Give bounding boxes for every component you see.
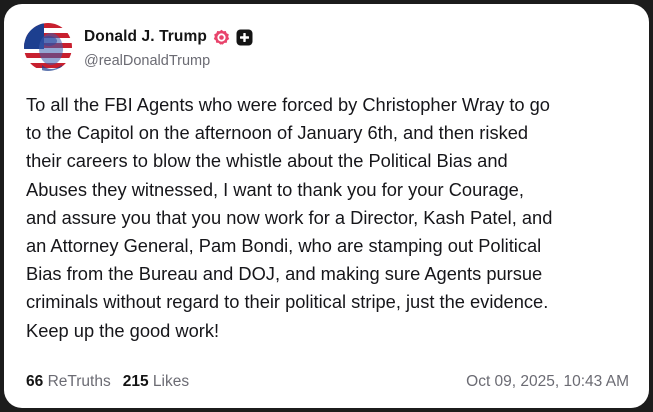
verified-badge-icon — [213, 29, 230, 46]
post-card: Donald J. Trump @realDonaldTrump To all … — [4, 4, 649, 408]
author-name-row: Donald J. Trump — [84, 26, 253, 48]
post-text-line: their careers to blow the whistle about … — [26, 150, 508, 172]
author-display-name[interactable]: Donald J. Trump — [84, 28, 207, 46]
author-handle[interactable]: @realDonaldTrump — [84, 53, 210, 69]
post-text-line: an Attorney General, Pam Bondi, who are … — [26, 235, 542, 257]
retruths-count: 66 — [26, 373, 44, 390]
retruths-stat[interactable]: 66 ReTruths — [26, 373, 111, 391]
post-text-line: Abuses they witnessed, I want to thank y… — [26, 178, 524, 200]
post-text-line: Keep up the good work! — [26, 319, 220, 341]
likes-stat[interactable]: 215 Likes — [123, 373, 189, 391]
plus-badge-icon — [236, 29, 253, 46]
likes-label: Likes — [152, 373, 190, 390]
post-stats: 66 ReTruths 215 Likes — [26, 373, 189, 391]
post-text-line: Bias from the Bureau and DOJ, and making… — [26, 263, 543, 285]
post-text: To all the FBI Agents who were forced by… — [26, 91, 646, 345]
post-text-line: criminals without regard to their politi… — [26, 291, 549, 313]
retruths-label: ReTruths — [47, 373, 111, 390]
post-text-line: to the Capitol on the afternoon of Janua… — [26, 122, 529, 144]
post-text-line: To all the FBI Agents who were forced by… — [26, 94, 550, 115]
likes-count: 215 — [122, 373, 149, 390]
post-footer: 66 ReTruths 215 Likes Oct 09, 2025, 10:4… — [26, 373, 629, 391]
post-text-line: and assure you that you now work for a D… — [26, 206, 553, 228]
author-avatar[interactable] — [24, 23, 72, 71]
post-timestamp[interactable]: Oct 09, 2025, 10:43 AM — [466, 373, 629, 391]
flag-portrait-avatar-icon — [24, 23, 72, 71]
